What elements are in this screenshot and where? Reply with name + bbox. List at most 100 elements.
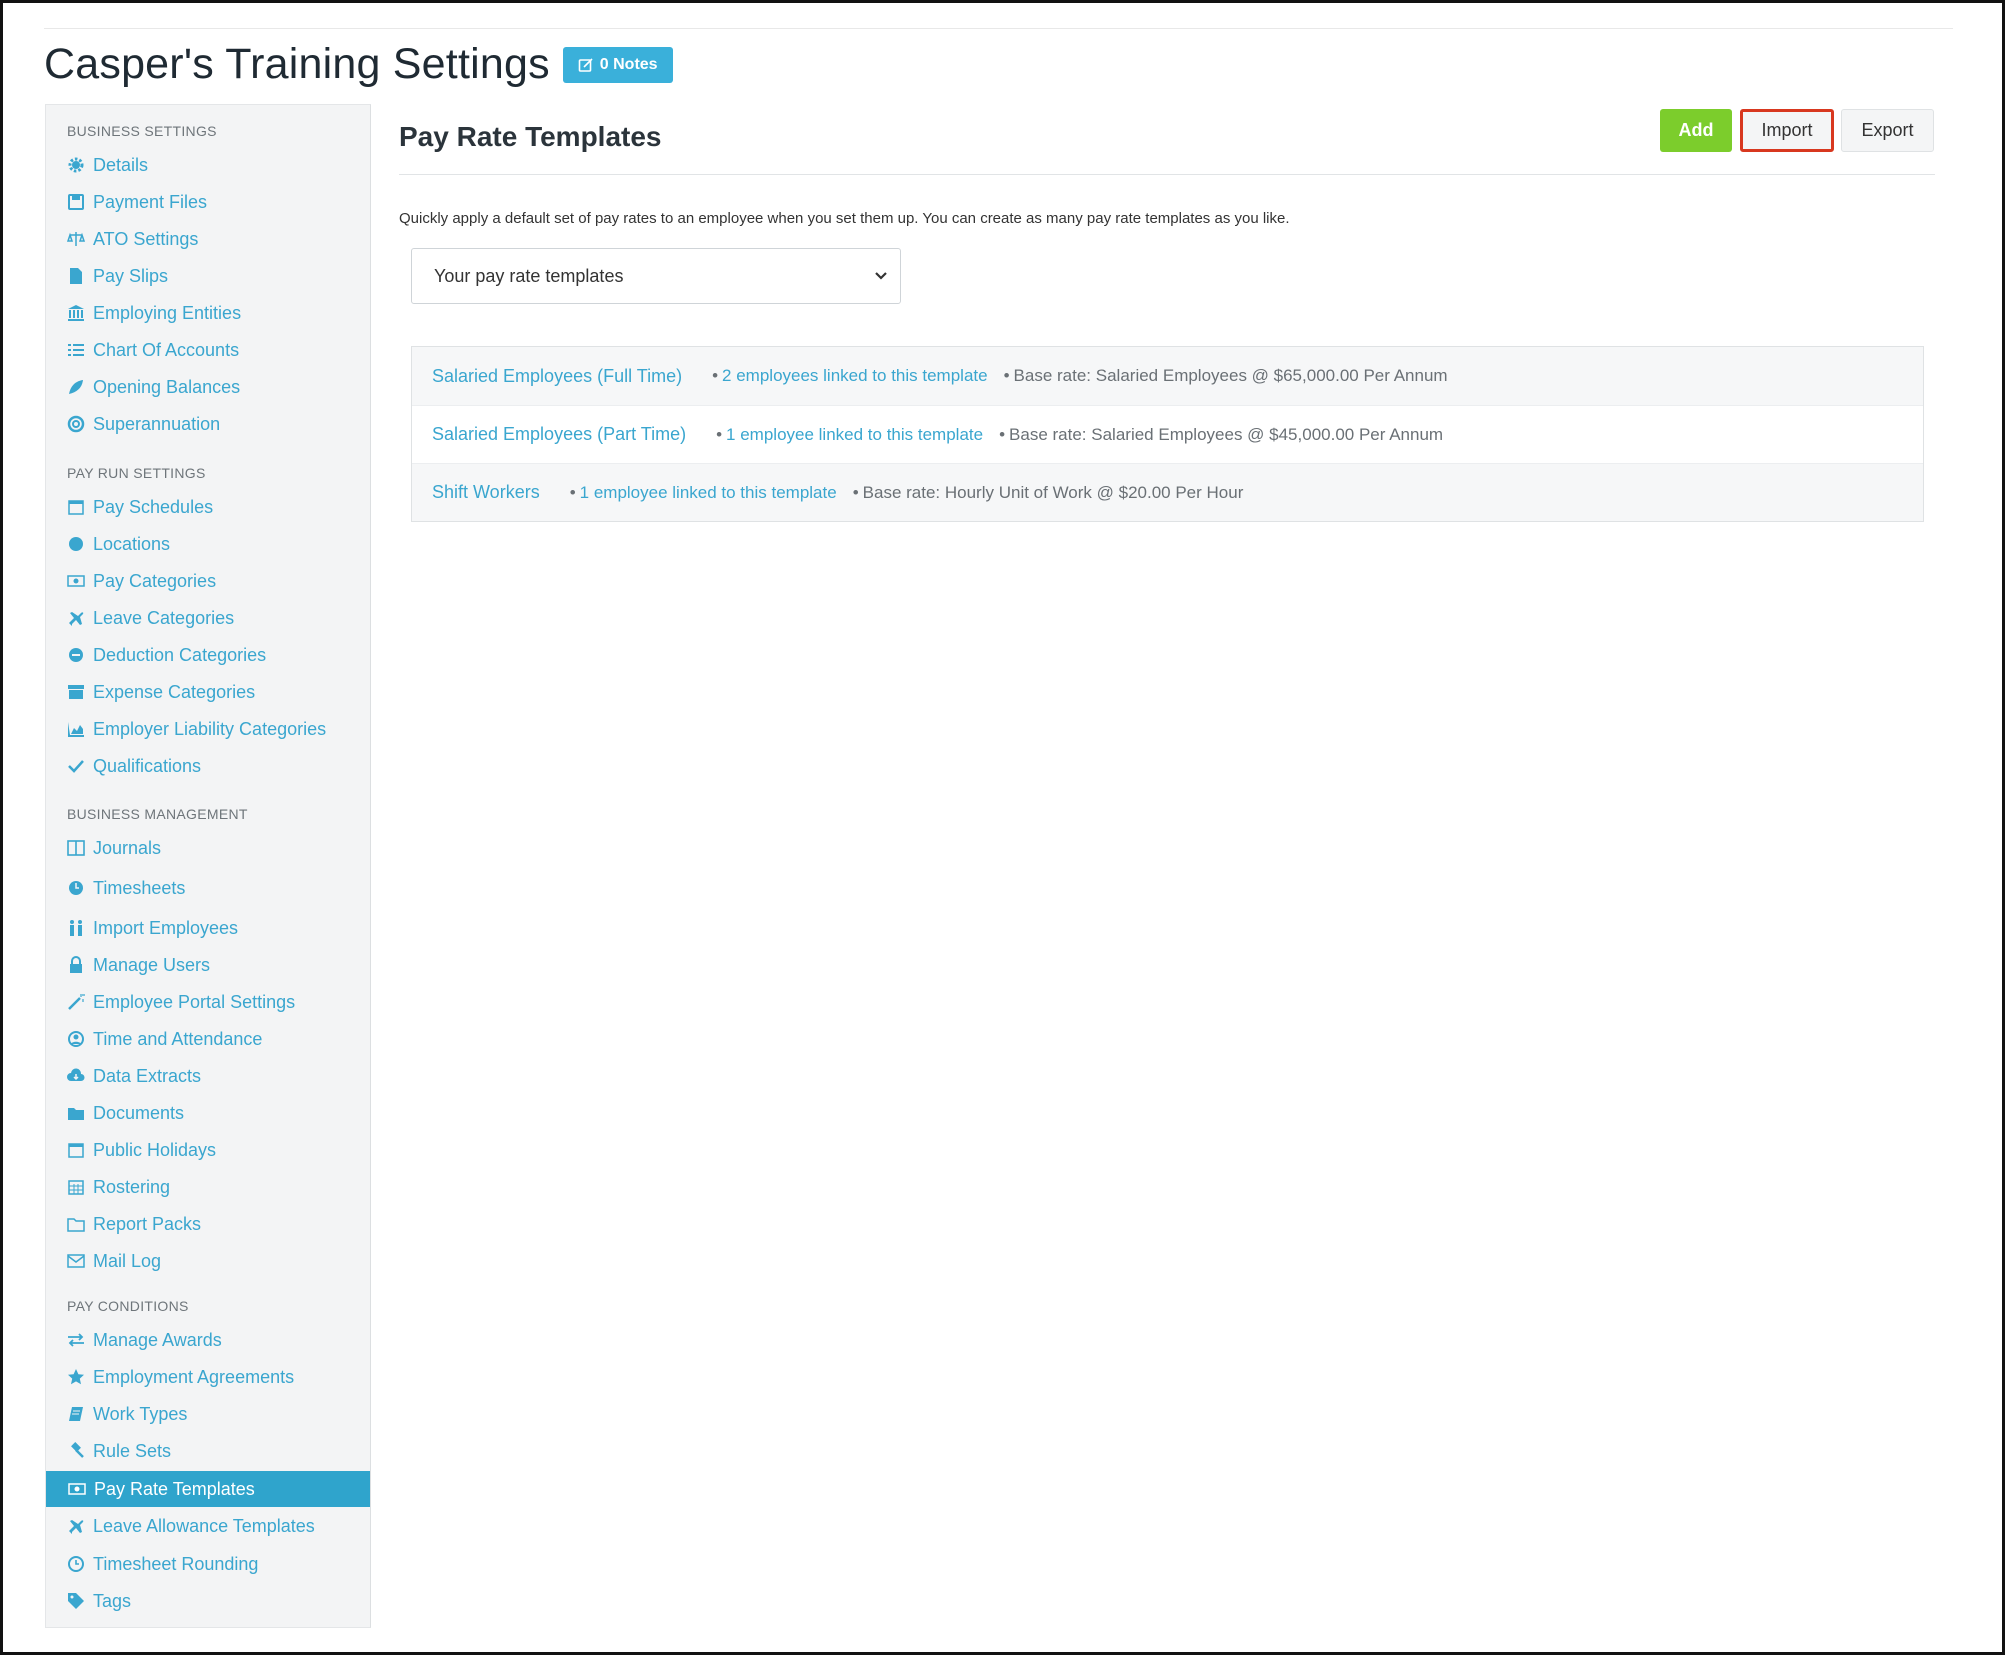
sidebar-item-tags[interactable]: Tags [46,1583,370,1619]
import-button[interactable]: Import [1740,109,1834,152]
clock-icon [67,879,85,897]
sidebar-item-deduction-categories[interactable]: Deduction Categories [46,637,370,673]
page-title: Casper's Training Settings [44,40,550,88]
sidebar-item-mail-log[interactable]: Mail Log [46,1243,370,1279]
page-header: Casper's Training Settings 0 Notes [44,40,673,89]
sidebar-item-qualifications[interactable]: Qualifications [46,748,370,784]
sidebar-item-journals[interactable]: Journals [46,830,370,866]
sidebar-item-details[interactable]: Details [46,147,370,183]
sidebar-item-employee-portal-settings[interactable]: Employee Portal Settings [46,984,370,1020]
calendar-grid-icon [67,1178,85,1196]
plane-icon [67,1517,85,1535]
check-icon [67,757,85,775]
template-select[interactable]: Your pay rate templates [411,248,901,304]
sidebar: BUSINESS SETTINGS Details Payment Files … [45,104,371,1628]
description-text: Quickly apply a default set of pay rates… [399,210,1290,227]
sidebar-item-work-types[interactable]: Work Types [46,1396,370,1432]
section-title-pay-conditions: PAY CONDITIONS [67,1298,189,1314]
exchange-icon [67,1331,85,1349]
table-row: Salaried Employees (Full Time) • 2 employ… [412,347,1923,405]
sidebar-item-import-employees[interactable]: Import Employees [46,910,370,946]
area-chart-icon [67,720,85,738]
linked-employees-link[interactable]: 1 employee linked to this template [726,425,983,444]
user-circle-icon [67,1030,85,1048]
sidebar-item-time-and-attendance[interactable]: Time and Attendance [46,1021,370,1057]
globe-icon [67,535,85,553]
sidebar-item-timesheets[interactable]: Timesheets [46,870,370,906]
sidebar-item-payment-files[interactable]: Payment Files [46,184,370,220]
clock-outline-icon [67,1555,85,1573]
sidebar-item-employment-agreements[interactable]: Employment Agreements [46,1359,370,1395]
template-name-link[interactable]: Shift Workers [432,482,540,503]
folder-icon [67,1104,85,1122]
sidebar-item-opening-balances[interactable]: Opening Balances [46,369,370,405]
base-rate-text: Base rate: Hourly Unit of Work @ $20.00 … [862,482,1244,502]
base-rate-text: Base rate: Salaried Employees @ $65,000.… [1013,366,1448,385]
calendar-icon [67,498,85,516]
sidebar-item-manage-users[interactable]: Manage Users [46,947,370,983]
linked-employees-link[interactable]: 2 employees linked to this template [722,366,988,385]
lifebuoy-icon [67,415,85,433]
sidebar-item-leave-categories[interactable]: Leave Categories [46,600,370,636]
sidebar-item-rostering[interactable]: Rostering [46,1169,370,1205]
tag-icon [67,1592,85,1610]
sidebar-item-public-holidays[interactable]: Public Holidays [46,1132,370,1168]
sidebar-item-rule-sets[interactable]: Rule Sets [46,1433,370,1469]
sidebar-item-documents[interactable]: Documents [46,1095,370,1131]
calendar-icon [67,1141,85,1159]
cloud-download-icon [67,1067,85,1085]
minus-circle-icon [67,646,85,664]
sidebar-item-leave-allowance-templates[interactable]: Leave Allowance Templates [46,1508,370,1544]
money-icon [68,1480,86,1498]
heading-divider [399,174,1935,175]
gavel-icon [67,1442,85,1460]
lock-icon [67,956,85,974]
sidebar-item-pay-categories[interactable]: Pay Categories [46,563,370,599]
sidebar-item-report-packs[interactable]: Report Packs [46,1206,370,1242]
template-select-value: Your pay rate templates [434,265,624,286]
sidebar-item-data-extracts[interactable]: Data Extracts [46,1058,370,1094]
save-icon [67,193,85,211]
sidebar-item-locations[interactable]: Locations [46,526,370,562]
sidebar-item-employing-entities[interactable]: Employing Entities [46,295,370,331]
sidebar-item-pay-slips[interactable]: Pay Slips [46,258,370,294]
notes-button[interactable]: 0 Notes [562,46,673,83]
sidebar-item-expense-categories[interactable]: Expense Categories [46,674,370,710]
columns-icon [67,839,85,857]
gear-icon [67,156,85,174]
plane-icon [67,609,85,627]
section-title-pay-run-settings: PAY RUN SETTINGS [67,465,206,481]
edit-icon [578,57,593,72]
book-icon [67,1405,85,1423]
leaf-icon [67,378,85,396]
top-divider [44,28,1953,29]
sidebar-item-ato-settings[interactable]: ATO Settings [46,221,370,257]
notes-label: 0 Notes [599,55,658,73]
table-row: Salaried Employees (Part Time) • 1 employ… [412,405,1923,463]
template-name-link[interactable]: Salaried Employees (Part Time) [432,424,686,445]
sidebar-item-manage-awards[interactable]: Manage Awards [46,1322,370,1358]
export-button[interactable]: Export [1841,109,1934,152]
list-icon [67,341,85,359]
archive-icon [67,683,85,701]
sidebar-item-superannuation[interactable]: Superannuation [46,406,370,442]
magic-wand-icon [67,993,85,1011]
scale-icon [67,230,85,248]
table-row: Shift Workers • 1 employee linked to this… [412,463,1923,521]
sidebar-item-pay-schedules[interactable]: Pay Schedules [46,489,370,525]
sidebar-item-employer-liability-categories[interactable]: Employer Liability Categories [46,711,370,747]
sidebar-item-timesheet-rounding[interactable]: Timesheet Rounding [46,1546,370,1582]
sidebar-item-chart-of-accounts[interactable]: Chart Of Accounts [46,332,370,368]
bank-icon [67,304,85,322]
template-name-link[interactable]: Salaried Employees (Full Time) [432,366,682,387]
envelope-icon [67,1252,85,1270]
file-icon [67,267,85,285]
money-icon [67,572,85,590]
sidebar-item-pay-rate-templates[interactable]: Pay Rate Templates [46,1471,370,1507]
star-icon [67,1368,85,1386]
base-rate-text: Base rate: Salaried Employees @ $45,000.… [1009,424,1444,444]
add-button[interactable]: Add [1660,109,1732,152]
linked-employees-link[interactable]: 1 employee linked to this template [580,483,837,502]
chevron-down-icon [875,272,887,280]
section-heading: Pay Rate Templates [399,121,662,152]
